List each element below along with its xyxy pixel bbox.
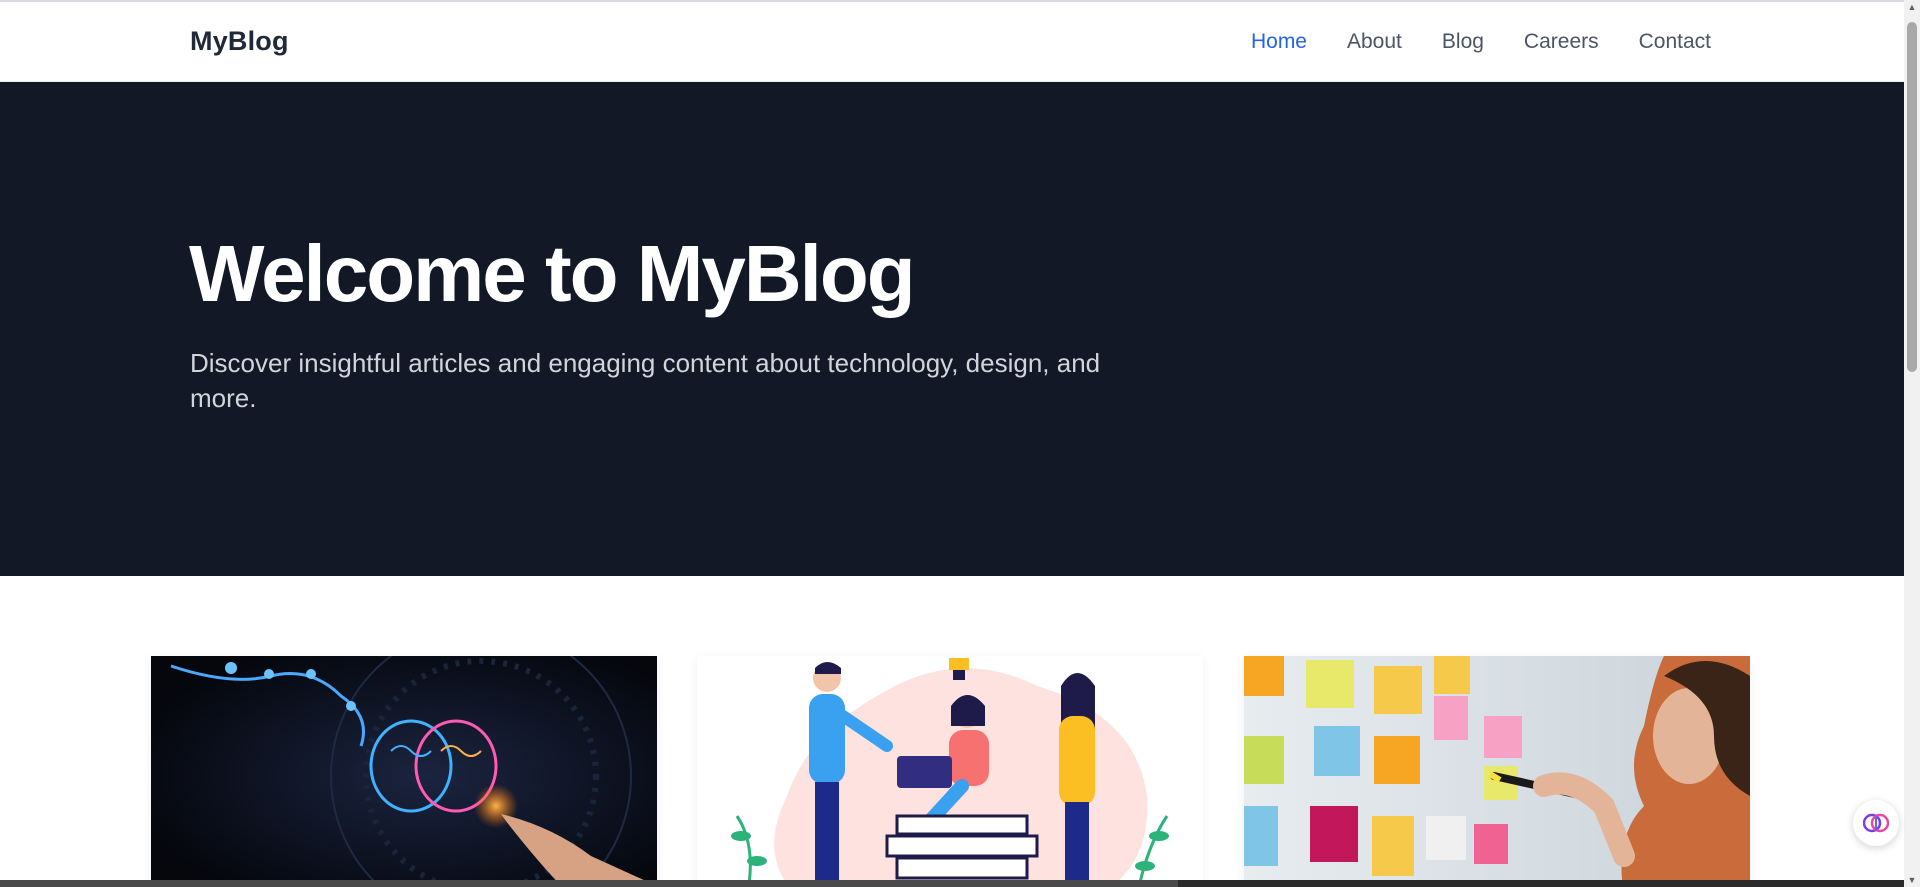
sticky-notes-brainstorm-image (1244, 656, 1750, 887)
nav-link-contact[interactable]: Contact (1639, 30, 1711, 54)
post-card[interactable] (1244, 656, 1750, 887)
scroll-up-arrow-icon[interactable]: ▲ (1907, 2, 1917, 12)
ai-brain-illustration-image (151, 656, 657, 887)
scroll-down-arrow-icon[interactable]: ▼ (1907, 875, 1917, 885)
vertical-scrollbar[interactable]: ▲ ▼ (1904, 0, 1920, 887)
nav-link-home[interactable]: Home (1251, 30, 1307, 54)
horizontal-scrollbar[interactable] (0, 880, 1904, 887)
nav-link-about[interactable]: About (1347, 30, 1402, 54)
post-card[interactable] (697, 656, 1203, 887)
team-collaboration-illustration-image (697, 656, 1203, 887)
nav-link-blog[interactable]: Blog (1442, 30, 1484, 54)
site-logo[interactable]: MyBlog (190, 26, 289, 57)
vertical-scrollbar-thumb[interactable] (1907, 22, 1917, 372)
main-nav: Home About Blog Careers Contact (1251, 30, 1711, 54)
nav-link-careers[interactable]: Careers (1524, 30, 1599, 54)
horizontal-scrollbar-thumb[interactable] (0, 880, 1178, 887)
hero-title: Welcome to MyBlog (189, 229, 916, 318)
post-card[interactable] (151, 656, 657, 887)
site-header: MyBlog Home About Blog Careers Contact (0, 2, 1904, 82)
assistant-brain-icon[interactable] (1853, 800, 1899, 846)
hero-section: Welcome to MyBlog Discover insightful ar… (0, 82, 1904, 576)
featured-posts (0, 576, 1904, 887)
hero-subtitle: Discover insightful articles and engagin… (190, 348, 1101, 413)
